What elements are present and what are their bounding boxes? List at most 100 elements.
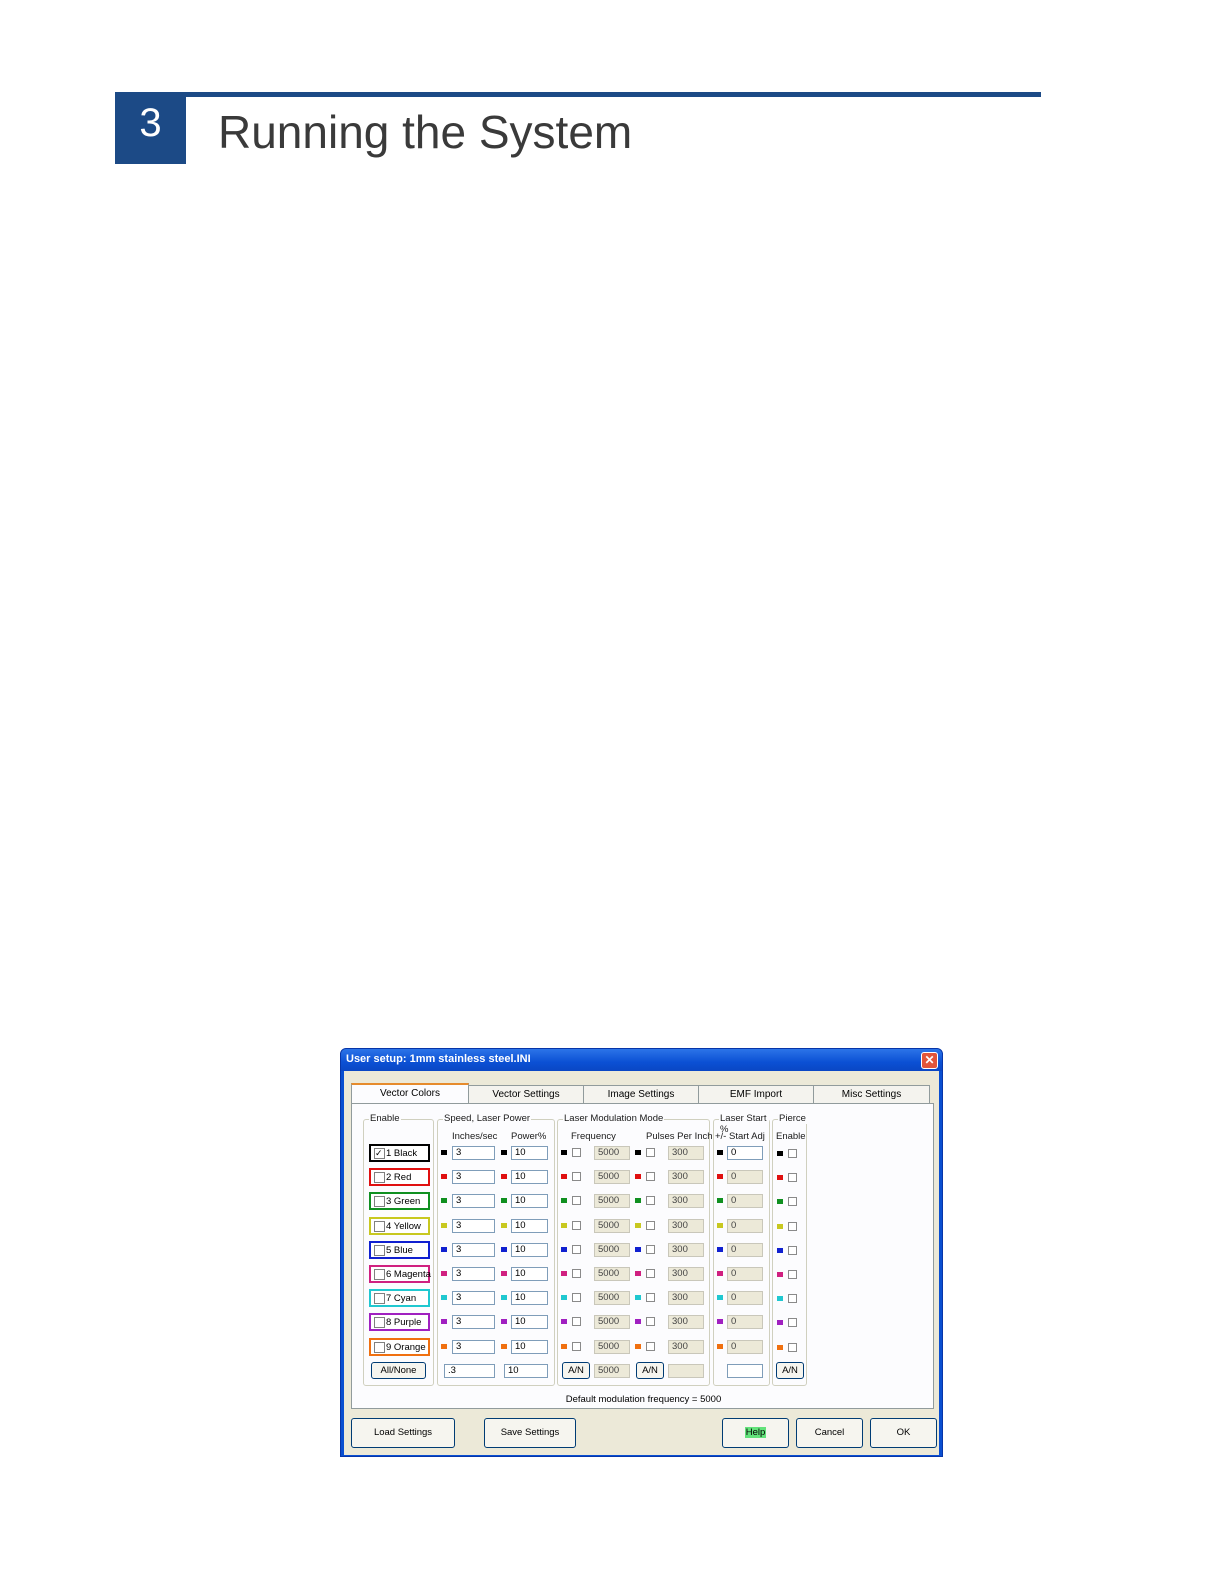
pierce-checkbox[interactable] bbox=[788, 1197, 797, 1206]
enable-toggle[interactable]: 2 Red bbox=[369, 1168, 430, 1186]
ppi-checkbox[interactable] bbox=[646, 1342, 655, 1351]
pierce-checkbox[interactable] bbox=[788, 1222, 797, 1231]
ppi-checkbox[interactable] bbox=[646, 1196, 655, 1205]
speed-input[interactable]: 3 bbox=[452, 1219, 495, 1233]
ppi-checkbox[interactable] bbox=[646, 1245, 655, 1254]
tab-misc-settings[interactable]: Misc Settings bbox=[813, 1085, 930, 1104]
freq-checkbox[interactable] bbox=[572, 1148, 581, 1157]
speed-input[interactable]: 3 bbox=[452, 1315, 495, 1329]
pierce-checkbox[interactable] bbox=[788, 1149, 797, 1158]
save-settings-button[interactable]: Save Settings bbox=[484, 1418, 576, 1448]
power-input[interactable]: 10 bbox=[511, 1340, 548, 1354]
enable-toggle[interactable]: 8 Purple bbox=[369, 1313, 430, 1331]
enable-toggle[interactable]: 7 Cyan bbox=[369, 1289, 430, 1307]
frequency-input: 5000 bbox=[594, 1340, 630, 1354]
pierce-checkbox[interactable] bbox=[788, 1173, 797, 1182]
color-swatch bbox=[717, 1319, 723, 1324]
enable-toggle[interactable]: 5 Blue bbox=[369, 1241, 430, 1259]
all-power-input[interactable]: 10 bbox=[504, 1364, 548, 1378]
color-swatch bbox=[635, 1174, 641, 1179]
power-input[interactable]: 10 bbox=[511, 1170, 548, 1184]
speed-input[interactable]: 3 bbox=[452, 1291, 495, 1305]
all-freq-input: 5000 bbox=[594, 1364, 630, 1378]
start-adj-input[interactable]: 0 bbox=[727, 1146, 763, 1160]
power-input[interactable]: 10 bbox=[511, 1243, 548, 1257]
tab-vector-settings[interactable]: Vector Settings bbox=[468, 1085, 584, 1104]
freq-checkbox[interactable] bbox=[572, 1293, 581, 1302]
ppi-checkbox[interactable] bbox=[646, 1221, 655, 1230]
enable-toggle[interactable]: 4 Yellow bbox=[369, 1217, 430, 1235]
cancel-button[interactable]: Cancel bbox=[796, 1418, 863, 1448]
color-swatch bbox=[717, 1198, 723, 1203]
freq-checkbox[interactable] bbox=[572, 1172, 581, 1181]
frequency-input: 5000 bbox=[594, 1315, 630, 1329]
all-speed-input[interactable]: .3 bbox=[444, 1364, 495, 1378]
help-button[interactable]: Help bbox=[722, 1418, 789, 1448]
pierce-checkbox[interactable] bbox=[788, 1294, 797, 1303]
speed-input[interactable]: 3 bbox=[452, 1267, 495, 1281]
color-swatch bbox=[717, 1344, 723, 1349]
enable-toggle[interactable]: 3 Green bbox=[369, 1192, 430, 1210]
close-icon[interactable]: ✕ bbox=[921, 1052, 938, 1069]
ppi-checkbox[interactable] bbox=[646, 1317, 655, 1326]
speed-input[interactable]: 3 bbox=[452, 1146, 495, 1160]
ok-button[interactable]: OK bbox=[870, 1418, 937, 1448]
enable-checkbox[interactable] bbox=[374, 1172, 385, 1183]
chapter-number: 3 bbox=[115, 92, 186, 164]
enable-checkbox[interactable] bbox=[374, 1317, 385, 1328]
freq-checkbox[interactable] bbox=[572, 1342, 581, 1351]
freq-all-none-button[interactable]: A/N bbox=[562, 1362, 590, 1379]
power-input[interactable]: 10 bbox=[511, 1194, 548, 1208]
color-swatch bbox=[561, 1295, 567, 1300]
freq-checkbox[interactable] bbox=[572, 1269, 581, 1278]
title-bar[interactable]: User setup: 1mm stainless steel.INI ✕ bbox=[341, 1049, 942, 1071]
enable-checkbox[interactable] bbox=[374, 1221, 385, 1232]
freq-checkbox[interactable] bbox=[572, 1196, 581, 1205]
load-settings-button[interactable]: Load Settings bbox=[351, 1418, 455, 1448]
power-input[interactable]: 10 bbox=[511, 1267, 548, 1281]
color-swatch bbox=[501, 1174, 507, 1179]
all-none-button[interactable]: All/None bbox=[371, 1362, 426, 1379]
power-input[interactable]: 10 bbox=[511, 1315, 548, 1329]
power-input[interactable]: 10 bbox=[511, 1146, 548, 1160]
enable-toggle[interactable]: ✓ 1 Black bbox=[369, 1144, 430, 1162]
color-swatch bbox=[777, 1272, 783, 1277]
freq-checkbox[interactable] bbox=[572, 1317, 581, 1326]
color-swatch bbox=[561, 1198, 567, 1203]
ppi-checkbox[interactable] bbox=[646, 1148, 655, 1157]
speed-input[interactable]: 3 bbox=[452, 1194, 495, 1208]
enable-toggle[interactable]: 9 Orange bbox=[369, 1338, 430, 1356]
freq-checkbox[interactable] bbox=[572, 1221, 581, 1230]
enable-checkbox[interactable] bbox=[374, 1245, 385, 1256]
color-swatch bbox=[635, 1271, 641, 1276]
ppi-checkbox[interactable] bbox=[646, 1269, 655, 1278]
tab-emf-import[interactable]: EMF Import bbox=[698, 1085, 814, 1104]
enable-label: 5 Blue bbox=[386, 1245, 413, 1256]
pierce-checkbox[interactable] bbox=[788, 1270, 797, 1279]
pierce-checkbox[interactable] bbox=[788, 1318, 797, 1327]
speed-input[interactable]: 3 bbox=[452, 1340, 495, 1354]
power-input[interactable]: 10 bbox=[511, 1219, 548, 1233]
enable-checkbox[interactable] bbox=[374, 1342, 385, 1353]
speed-input[interactable]: 3 bbox=[452, 1243, 495, 1257]
speed-input[interactable]: 3 bbox=[452, 1170, 495, 1184]
freq-checkbox[interactable] bbox=[572, 1245, 581, 1254]
all-start-input[interactable] bbox=[727, 1364, 763, 1378]
pierce-checkbox[interactable] bbox=[788, 1246, 797, 1255]
ppi-checkbox[interactable] bbox=[646, 1172, 655, 1181]
pierce-checkbox[interactable] bbox=[788, 1343, 797, 1352]
pierce-all-none-button[interactable]: A/N bbox=[776, 1362, 804, 1379]
ppi-checkbox[interactable] bbox=[646, 1293, 655, 1302]
power-input[interactable]: 10 bbox=[511, 1291, 548, 1305]
user-setup-dialog: User setup: 1mm stainless steel.INI ✕ Ve… bbox=[340, 1048, 943, 1457]
enable-checkbox[interactable] bbox=[374, 1293, 385, 1304]
color-swatch bbox=[561, 1271, 567, 1276]
ppi-all-none-button[interactable]: A/N bbox=[636, 1362, 664, 1379]
enable-checkbox[interactable]: ✓ bbox=[374, 1148, 385, 1159]
enable-checkbox[interactable] bbox=[374, 1269, 385, 1280]
enable-toggle[interactable]: 6 Magenta bbox=[369, 1265, 431, 1283]
frequency-input: 5000 bbox=[594, 1146, 630, 1160]
color-swatch bbox=[441, 1198, 447, 1203]
tab-image-settings[interactable]: Image Settings bbox=[583, 1085, 699, 1104]
enable-checkbox[interactable] bbox=[374, 1196, 385, 1207]
